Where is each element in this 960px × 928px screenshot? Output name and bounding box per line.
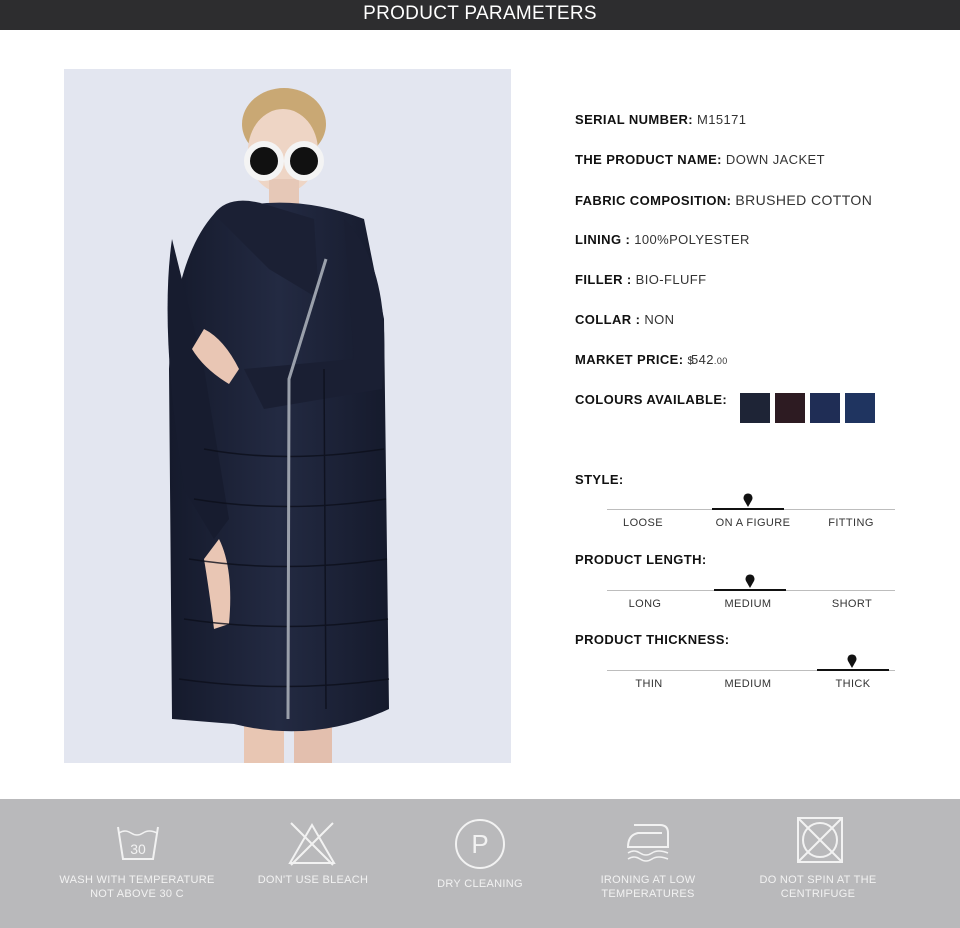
style-scale: LOOSE ON A FIGURE FITTING [607,493,895,534]
product-name-row: THE PRODUCT NAME: DOWN JACKET [575,152,825,167]
length-label: PRODUCT LENGTH: [575,552,707,567]
style-option-loose: LOOSE [623,517,663,529]
style-label: STYLE: [575,472,624,487]
care-caption-line1: DO NOT SPIN AT THE [759,874,877,886]
filler-label: FILLER : [575,272,632,287]
dry-clean-icon: P [455,819,505,869]
colour-swatch[interactable] [775,393,805,423]
care-instructions-bar: 30 WASH WITH TEMPERATURE NOT ABOVE 30 C … [0,799,960,928]
collar-row: COLLAR : NON [575,312,674,327]
price-label: MARKET PRICE: [575,352,684,367]
care-caption-line2: CENTRIFUGE [780,888,856,900]
product-name-label: THE PRODUCT NAME: [575,152,722,167]
thickness-option-thick: THICK [835,678,871,690]
care-caption-line1: WASH WITH TEMPERATURE [59,874,215,886]
price-cents: .00 [713,356,728,366]
lining-row: LINING : 100%POLYESTER [575,232,750,247]
header-bar: PRODUCT PARAMETERS [0,0,960,30]
filler-row: FILLER : BIO-FLUFF [575,272,706,287]
length-option-short: SHORT [831,598,873,610]
thickness-scale: THIN MEDIUM THICK [607,654,895,695]
care-caption-line2: NOT ABOVE 30 C [90,888,184,900]
care-caption-line1: DRY CLEANING [437,878,523,890]
care-caption-line1: DON'T USE BLEACH [257,874,369,886]
no-spin-icon [797,817,843,863]
fabric-row: FABRIC COMPOSITION: BRUSHED COTTON [575,192,872,208]
pin-marker-icon [745,574,755,588]
product-photo [64,69,511,763]
fabric-value: BRUSHED COTTON [735,192,873,208]
product-name-value: DOWN JACKET [725,152,825,167]
price-row: MARKET PRICE: $542.00 [575,352,728,367]
model-illustration [64,69,511,763]
selected-segment [714,589,786,591]
colours-row: COLOURS AVAILABLE: [575,392,727,407]
colour-swatch[interactable] [845,393,875,423]
colours-label: COLOURS AVAILABLE: [575,392,728,407]
price-value: 542 [691,352,714,367]
wash-30-icon: 30 [117,826,159,860]
collar-label: COLLAR : [575,312,641,327]
iron-low-icon [626,824,669,862]
collar-value: NON [644,312,675,327]
fabric-label: FABRIC COMPOSITION: [575,193,732,208]
length-option-medium: MEDIUM [724,598,772,610]
dry-clean-symbol: P [471,829,488,859]
pin-marker-icon [743,493,753,507]
care-caption-line1: IRONING AT LOW [600,874,696,886]
lining-value: 100%POLYESTER [634,232,750,247]
length-scale: LONG MEDIUM SHORT [607,574,895,615]
colour-swatch[interactable] [740,393,770,423]
serial-number-value: M15171 [697,112,747,127]
pin-marker-icon [847,654,857,668]
thickness-label: PRODUCT THICKNESS: [575,632,730,647]
serial-number-label: SERIAL NUMBER: [575,112,694,127]
thickness-option-thin: THIN [635,678,663,690]
style-option-fitting: FITTING [828,517,874,529]
length-option-long: LONG [628,598,662,610]
selected-segment [817,669,889,671]
selected-segment [712,508,784,510]
thickness-option-medium: MEDIUM [724,678,772,690]
no-bleach-icon [288,822,336,866]
wash-symbol: 30 [130,841,146,857]
page-title: PRODUCT PARAMETERS [363,3,597,24]
style-option-on-a-figure: ON A FIGURE [715,517,791,529]
lining-label: LINING : [575,232,631,247]
care-caption-line2: TEMPERATURES [601,888,695,900]
filler-value: BIO-FLUFF [635,272,707,287]
colour-swatch[interactable] [810,393,840,423]
serial-number-row: SERIAL NUMBER: M15171 [575,112,746,127]
